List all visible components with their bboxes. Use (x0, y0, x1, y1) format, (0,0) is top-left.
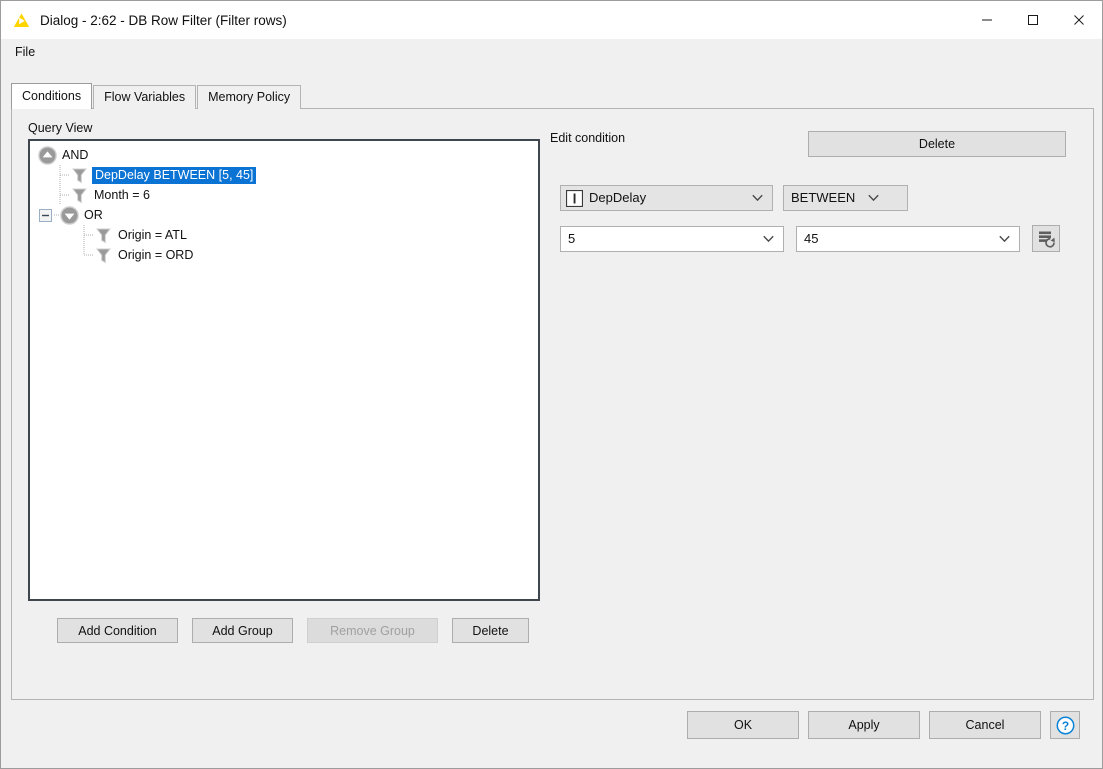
tab-conditions[interactable]: Conditions (11, 83, 92, 109)
filter-funnel-icon (95, 226, 112, 245)
tab-flow-variables[interactable]: Flow Variables (93, 85, 196, 109)
close-icon (1073, 14, 1085, 26)
operator-select[interactable]: BETWEEN (783, 185, 908, 211)
query-view-tree[interactable]: AND DepDelay BETWEEN [5, 45] (28, 139, 540, 601)
tree-row[interactable]: Origin = ATL (34, 225, 538, 245)
menu-bar: File (1, 39, 1102, 65)
help-button[interactable]: ? (1050, 711, 1080, 739)
fetch-values-button[interactable] (1032, 225, 1060, 252)
tree-node-label: OR (82, 207, 105, 224)
database-refresh-icon (1037, 229, 1056, 248)
value-1-text: 5 (568, 227, 599, 251)
delete-condition-button[interactable]: Delete (808, 131, 1066, 157)
minimize-button[interactable] (964, 1, 1010, 39)
tree-row[interactable]: Origin = ORD (34, 245, 538, 265)
tree-row[interactable]: Month = 6 (34, 185, 538, 205)
tree-action-buttons: Add Condition Add Group Remove Group Del… (57, 618, 529, 643)
tree-node-label: AND (60, 147, 90, 164)
title-bar: Dialog - 2:62 - DB Row Filter (Filter ro… (1, 1, 1102, 39)
conditions-tab-panel: Query View AND (11, 108, 1094, 700)
filter-funnel-icon (71, 186, 88, 205)
svg-text:?: ? (1061, 719, 1068, 733)
maximize-icon (1027, 14, 1039, 26)
value-1-input[interactable]: 5 (560, 226, 784, 252)
condition-editor-row-2: 5 45 (560, 225, 1060, 252)
tree-row[interactable]: AND (34, 145, 538, 165)
add-condition-button[interactable]: Add Condition (57, 618, 178, 643)
close-button[interactable] (1056, 1, 1102, 39)
chevron-down-icon (763, 235, 774, 242)
menu-item-file[interactable]: File (7, 42, 43, 62)
apply-button[interactable]: Apply (808, 711, 920, 739)
delete-tree-button[interactable]: Delete (452, 618, 529, 643)
cancel-button[interactable]: Cancel (929, 711, 1041, 739)
ok-button[interactable]: OK (687, 711, 799, 739)
chevron-down-icon (752, 195, 763, 202)
window-title: Dialog - 2:62 - DB Row Filter (Filter ro… (40, 13, 287, 28)
tree-node-label-selected: DepDelay BETWEEN [5, 45] (92, 167, 256, 184)
column-select[interactable]: DepDelay (560, 185, 773, 211)
integer-column-icon (566, 190, 583, 207)
tree-node-label: Origin = ATL (116, 227, 189, 244)
filter-funnel-icon (95, 246, 112, 265)
chevron-down-icon (868, 195, 879, 202)
tree-connector-icon (55, 165, 71, 185)
or-group-icon (60, 206, 79, 225)
tree-node-label: Month = 6 (92, 187, 152, 204)
help-question-icon: ? (1056, 716, 1075, 735)
collapse-expander-icon[interactable] (39, 209, 52, 222)
minimize-icon (981, 14, 993, 26)
tree-row[interactable]: DepDelay BETWEEN [5, 45] (34, 165, 538, 185)
chevron-down-icon (999, 235, 1010, 242)
footer-button-bar: OK Apply Cancel ? (1, 711, 1103, 739)
tree-row[interactable]: OR (34, 205, 538, 225)
filter-funnel-icon (71, 166, 88, 185)
tab-strip: Conditions Flow Variables Memory Policy (11, 84, 1092, 109)
and-group-icon (38, 146, 57, 165)
column-select-value: DepDelay (589, 186, 670, 210)
knime-triangle-icon (13, 12, 30, 29)
window-controls (964, 1, 1102, 39)
remove-group-button: Remove Group (307, 618, 438, 643)
edit-condition-label: Edit condition (550, 131, 625, 145)
tree-node-label: Origin = ORD (116, 247, 195, 264)
value-2-text: 45 (804, 227, 842, 251)
maximize-button[interactable] (1010, 1, 1056, 39)
dialog-window: Dialog - 2:62 - DB Row Filter (Filter ro… (0, 0, 1103, 769)
tree-connector-icon (79, 225, 95, 245)
condition-editor-row-1: DepDelay BETWEEN (560, 185, 908, 211)
add-group-button[interactable]: Add Group (192, 618, 293, 643)
tab-memory-policy[interactable]: Memory Policy (197, 85, 301, 109)
value-2-input[interactable]: 45 (796, 226, 1020, 252)
query-view-label: Query View (28, 121, 92, 135)
tree-connector-icon (79, 245, 95, 265)
operator-select-value: BETWEEN (791, 186, 895, 210)
tree-connector-icon (55, 185, 71, 205)
